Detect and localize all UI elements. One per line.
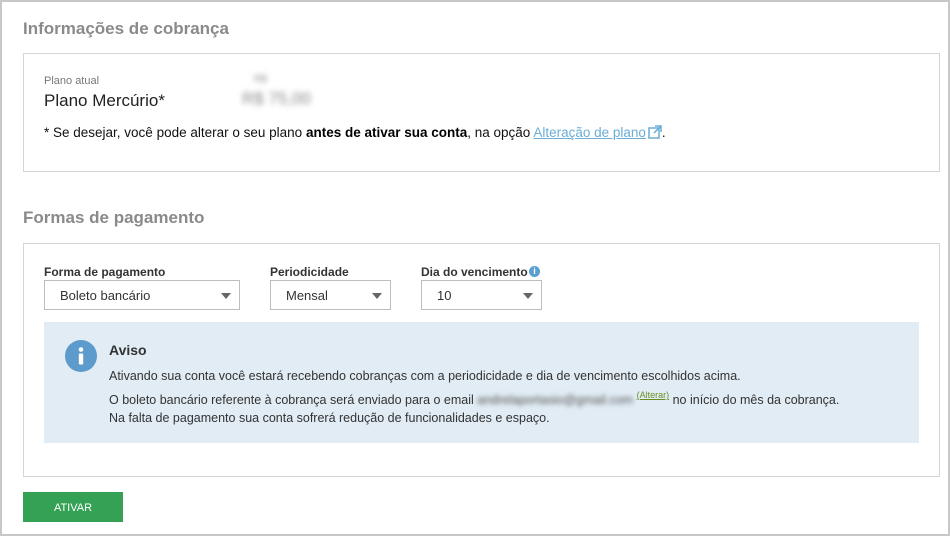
plan-price-currency: R$ — [254, 74, 267, 85]
note-prefix: * Se desejar, você pode alterar o seu pl… — [44, 125, 306, 140]
notice-line-2: O boleto bancário referente à cobrança s… — [109, 390, 839, 407]
notice-line-1: Ativando sua conta você estará recebendo… — [109, 369, 741, 383]
payment-method-value: Boleto bancário — [60, 288, 151, 303]
due-day-label: Dia do vencimento — [421, 265, 528, 279]
notice-box: Aviso Ativando sua conta você estará rec… — [44, 322, 919, 443]
payment-method-select[interactable]: Boleto bancário — [44, 280, 240, 310]
info-icon — [65, 340, 97, 372]
payment-method-label: Forma de pagamento — [44, 265, 166, 279]
info-icon[interactable]: i — [529, 266, 540, 277]
activate-button[interactable]: ATIVAR — [23, 492, 123, 522]
change-plan-link[interactable]: Alteração de plano — [533, 125, 662, 140]
payment-section-title: Formas de pagamento — [23, 208, 205, 227]
period-label: Periodicidade — [270, 265, 349, 279]
notice-line-3: Na falta de pagamento sua conta sofrerá … — [109, 411, 550, 425]
period-value: Mensal — [286, 288, 328, 303]
notice-line-2-prefix: O boleto bancário referente à cobrança s… — [109, 393, 478, 407]
change-plan-link-label: Alteração de plano — [533, 125, 646, 140]
note-suffix: . — [661, 125, 666, 140]
external-link-icon — [648, 125, 662, 142]
due-day-select[interactable]: 10 — [421, 280, 542, 310]
current-plan-label: Plano atual — [44, 75, 100, 87]
payment-box: Forma de pagamento Boleto bancário Perio… — [23, 243, 940, 477]
current-plan-name: Plano Mercúrio* — [44, 91, 165, 110]
billing-email: andrelaportasio@gmail.com — [477, 393, 634, 407]
billing-box: Plano atual Plano Mercúrio* R$ R$ 75,00 … — [23, 53, 940, 172]
change-email-link[interactable]: (Alterar) — [637, 390, 670, 400]
plan-change-note: * Se desejar, você pode alterar o seu pl… — [44, 125, 666, 142]
billing-section-title: Informações de cobrança — [23, 19, 229, 38]
chevron-down-icon — [221, 293, 231, 299]
note-bold: antes de ativar sua conta — [305, 125, 468, 140]
period-select[interactable]: Mensal — [270, 280, 391, 310]
chevron-down-icon — [372, 293, 382, 299]
notice-line-2-suffix: no início do mês da cobrança. — [669, 393, 840, 407]
note-middle: , na opção — [467, 125, 534, 140]
due-day-value: 10 — [437, 288, 452, 303]
plan-price-value: R$ 75,00 — [242, 89, 311, 108]
notice-title: Aviso — [109, 342, 147, 358]
chevron-down-icon — [523, 293, 533, 299]
